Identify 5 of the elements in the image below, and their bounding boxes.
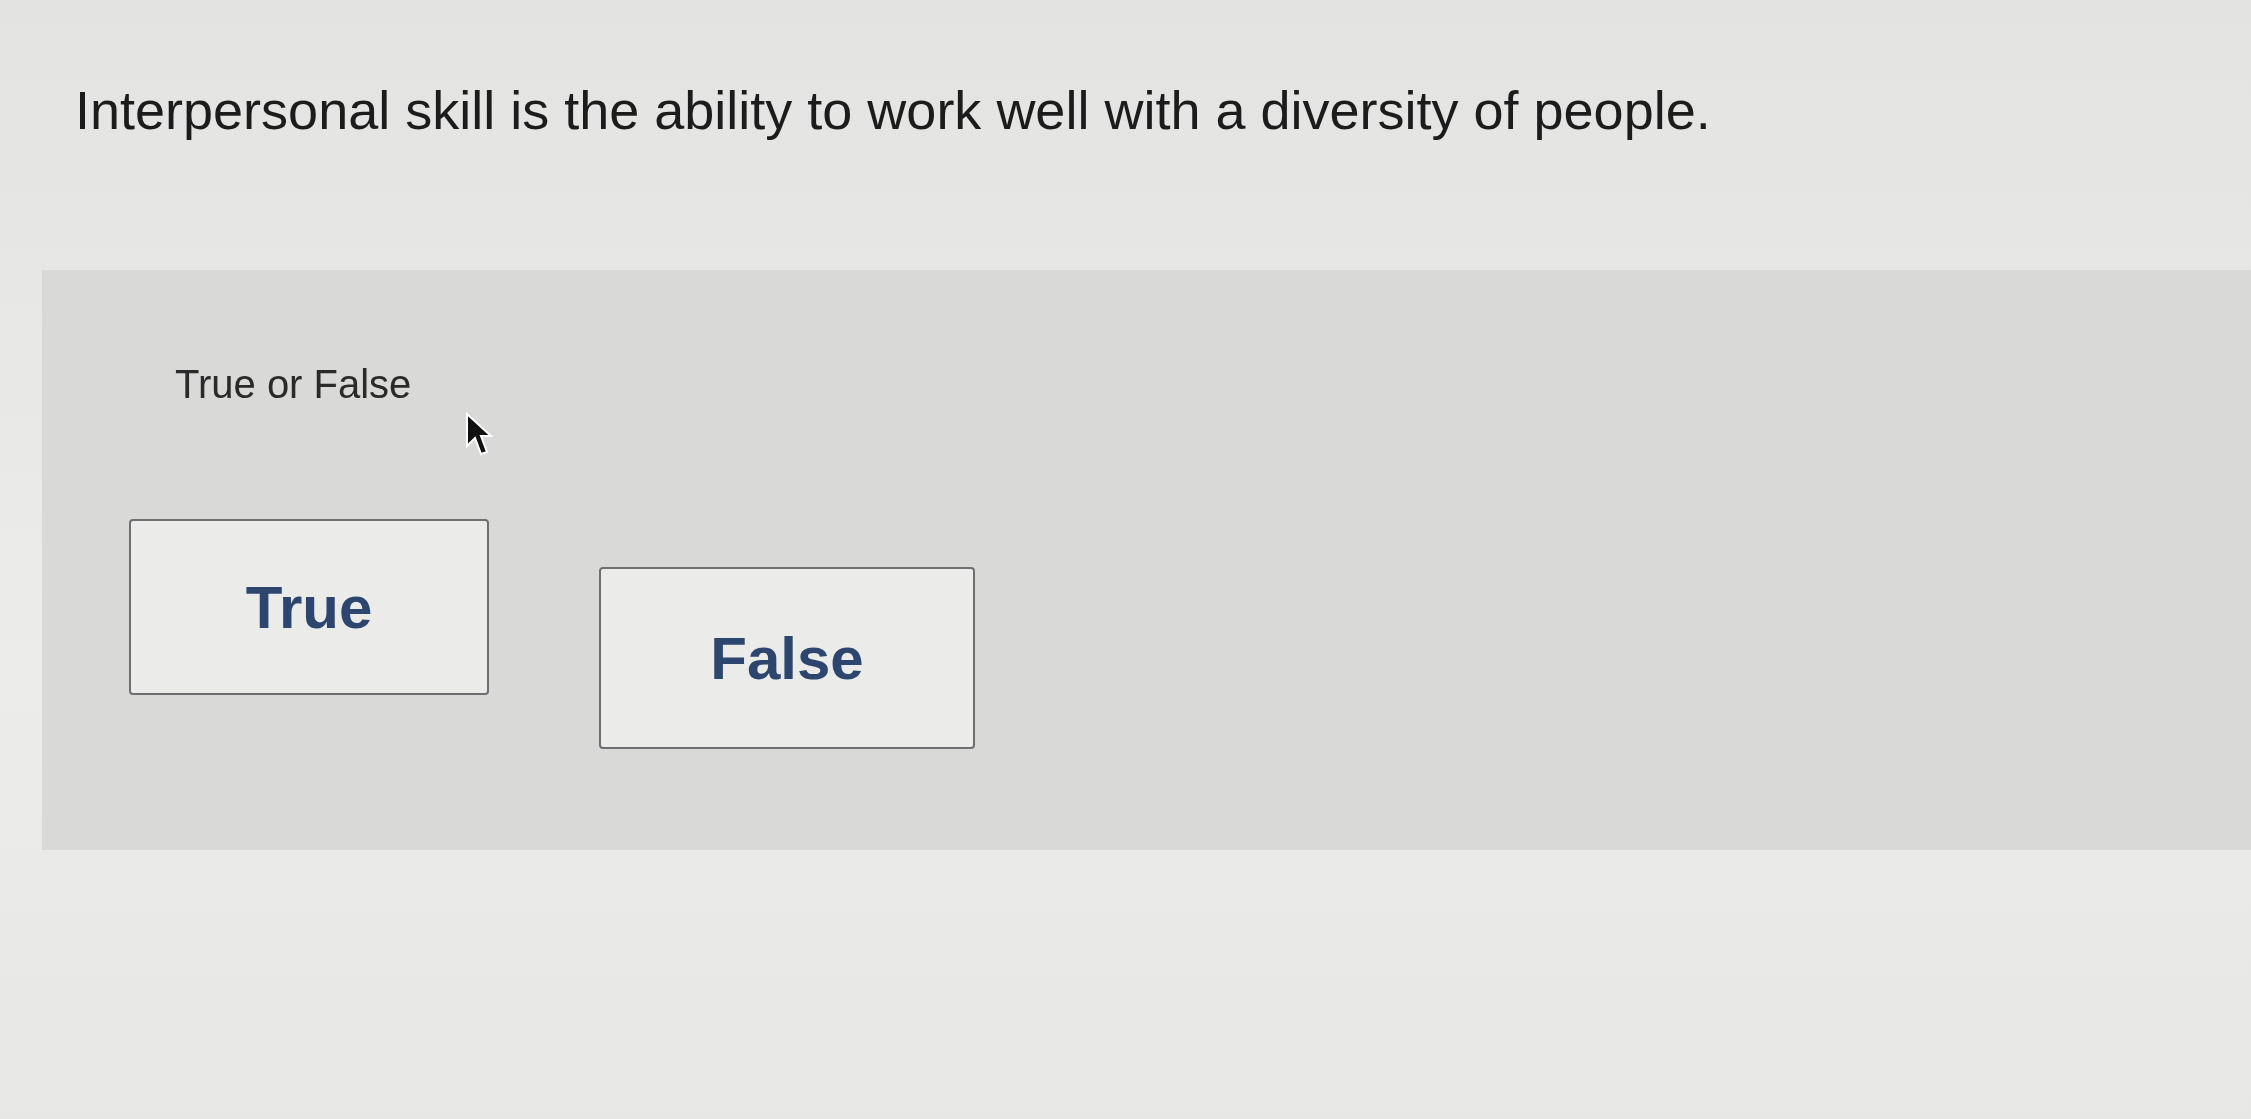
answer-option-button[interactable]: True [129,519,489,696]
prompt-label: True or False [175,362,412,408]
question-text: Interpersonal skill is the ability to work well with a diversity of people. [75,79,1711,142]
answer-option-button[interactable]: False [599,567,975,750]
mouse-pointer-icon [465,412,493,457]
